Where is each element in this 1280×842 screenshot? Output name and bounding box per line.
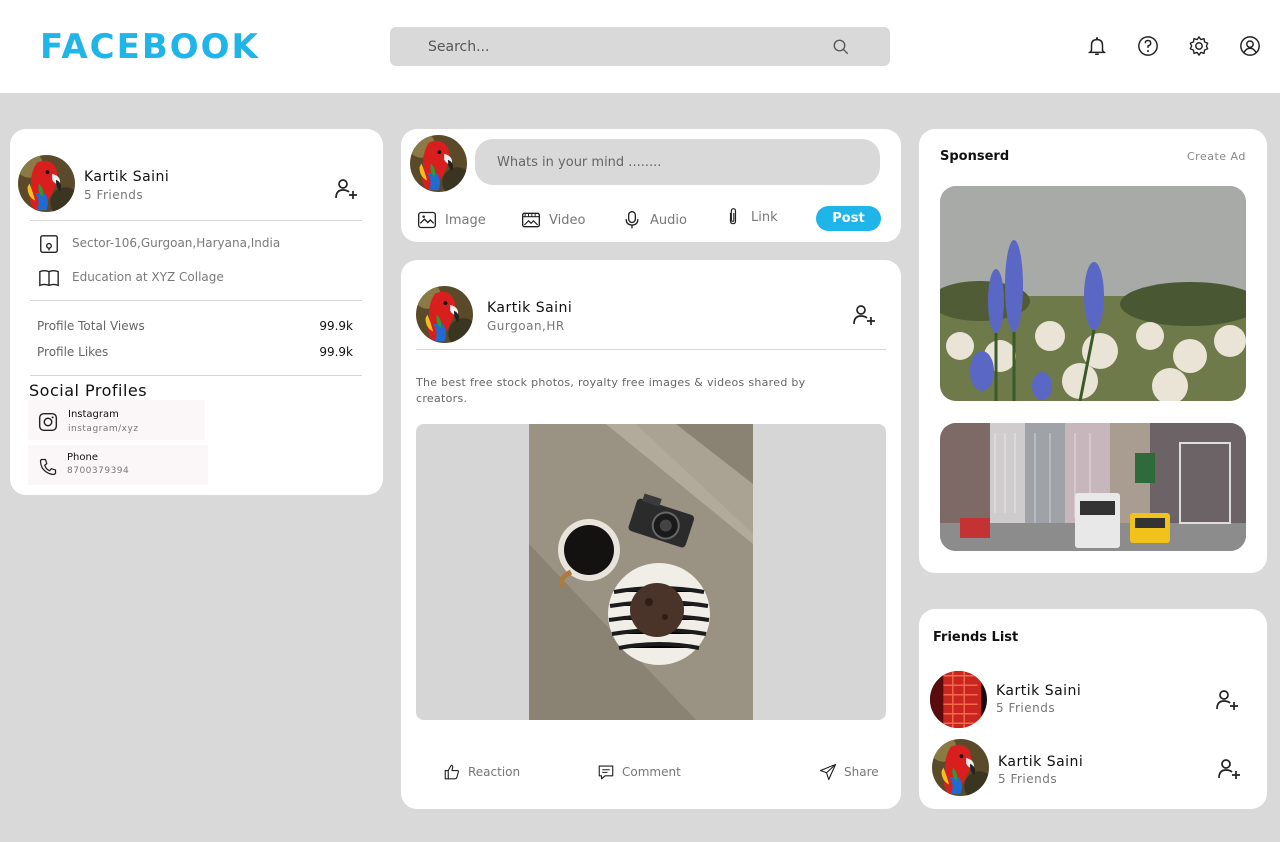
friends-list-title: Friends List — [933, 630, 1019, 645]
friend-count: 5 Friends — [996, 701, 1056, 715]
bell-icon[interactable] — [1086, 35, 1108, 57]
share-button[interactable]: Share — [819, 763, 879, 781]
divider — [30, 220, 362, 221]
composer-action-label: Video — [549, 212, 586, 228]
avatar[interactable] — [18, 155, 75, 212]
microphone-icon — [625, 211, 639, 229]
friend-name[interactable]: Kartik Saini — [998, 754, 1083, 770]
comment-icon — [598, 765, 614, 780]
search-icon[interactable] — [832, 38, 850, 56]
composer-input[interactable] — [475, 139, 880, 185]
social-label: Phone — [67, 452, 98, 463]
image-icon — [418, 211, 436, 229]
add-friend-icon[interactable] — [334, 177, 358, 201]
ad-image-flowers[interactable] — [940, 186, 1246, 401]
settings-icon[interactable] — [1188, 35, 1210, 57]
top-bar: FACEBOOK — [0, 0, 1280, 93]
divider — [416, 349, 886, 350]
avatar[interactable] — [932, 739, 989, 796]
stat-label: Profile Total Views — [37, 319, 145, 333]
search-input[interactable] — [390, 27, 890, 66]
avatar[interactable] — [416, 286, 473, 343]
profile-friends-count: 5 Friends — [84, 188, 144, 202]
composer-action-label: Image — [445, 212, 486, 228]
social-value: 8700379394 — [67, 466, 130, 476]
profile-location: Sector-106,Gurgoan,Haryana,India — [72, 236, 281, 250]
post-text: The best free stock photos, royalty free… — [416, 376, 806, 405]
search-box[interactable] — [390, 27, 890, 66]
friend-count: 5 Friends — [998, 772, 1058, 786]
post-location: Gurgoan,HR — [487, 319, 565, 333]
post-photo — [416, 424, 886, 720]
stat-value: 99.9k — [319, 319, 353, 333]
avatar[interactable] — [930, 671, 987, 728]
flowers-photo — [940, 186, 1246, 401]
footer-action-label: Reaction — [468, 765, 521, 779]
avatar[interactable] — [410, 135, 467, 192]
ad-image-city[interactable] — [940, 423, 1246, 551]
social-item-instagram[interactable]: Instagram instagram/xyz — [28, 400, 205, 440]
reaction-button[interactable]: Reaction — [443, 763, 520, 781]
comment-button[interactable]: Comment — [597, 763, 681, 781]
sponsored-title: Sponserd — [940, 149, 1010, 164]
add-friend-icon[interactable] — [852, 303, 876, 327]
composer-action-label: Link — [751, 209, 778, 225]
add-friend-icon[interactable] — [1215, 688, 1239, 712]
stat-label: Profile Likes — [37, 345, 109, 359]
footer-action-label: Share — [844, 765, 879, 779]
city-photo — [940, 423, 1246, 551]
profile-education: Education at XYZ Collage — [72, 270, 224, 284]
friend-photo — [930, 671, 987, 728]
post-image[interactable] — [416, 424, 886, 720]
composer-image-button[interactable]: Image — [417, 210, 486, 230]
create-ad-link[interactable]: Create Ad — [1187, 150, 1246, 163]
composer-audio-button[interactable]: Audio — [622, 210, 687, 230]
paperclip-icon — [729, 208, 737, 225]
video-icon — [522, 212, 540, 228]
footer-action-label: Comment — [622, 765, 681, 779]
app-logo[interactable]: FACEBOOK — [40, 27, 260, 67]
post-card: Kartik Saini Gurgoan,HR The best free st… — [401, 260, 901, 809]
post-author-name[interactable]: Kartik Saini — [487, 300, 572, 316]
divider — [30, 375, 362, 376]
friend-name[interactable]: Kartik Saini — [996, 683, 1081, 699]
friends-list-card: Friends List Kartik Saini 5 Friends Kart… — [919, 609, 1267, 809]
add-friend-icon[interactable] — [1217, 757, 1241, 781]
help-icon[interactable] — [1137, 35, 1159, 57]
location-icon — [40, 235, 58, 253]
composer-video-button[interactable]: Video — [521, 210, 585, 230]
social-item-phone[interactable]: Phone 8700379394 — [28, 445, 208, 485]
profile-name[interactable]: Kartik Saini — [84, 169, 169, 185]
divider — [30, 300, 362, 301]
composer-card: Image Video Audio Link Post — [401, 129, 901, 242]
social-label: Instagram — [68, 409, 119, 420]
composer-link-button[interactable]: Link — [723, 207, 778, 227]
post-button[interactable]: Post — [816, 206, 881, 231]
book-icon — [39, 269, 59, 287]
instagram-icon — [38, 412, 58, 432]
profile-card: Kartik Saini 5 Friends Sector-106,Gurgoa… — [10, 129, 383, 495]
phone-icon — [39, 458, 57, 476]
sponsored-card: Sponserd Create Ad — [919, 129, 1267, 573]
social-profiles-title: Social Profiles — [29, 381, 148, 400]
composer-action-label: Audio — [650, 212, 687, 228]
send-icon — [819, 763, 837, 781]
stat-value: 99.9k — [319, 345, 353, 359]
social-value: instagram/xyz — [68, 424, 139, 434]
thumbs-up-icon — [444, 764, 460, 780]
account-icon[interactable] — [1239, 35, 1261, 57]
